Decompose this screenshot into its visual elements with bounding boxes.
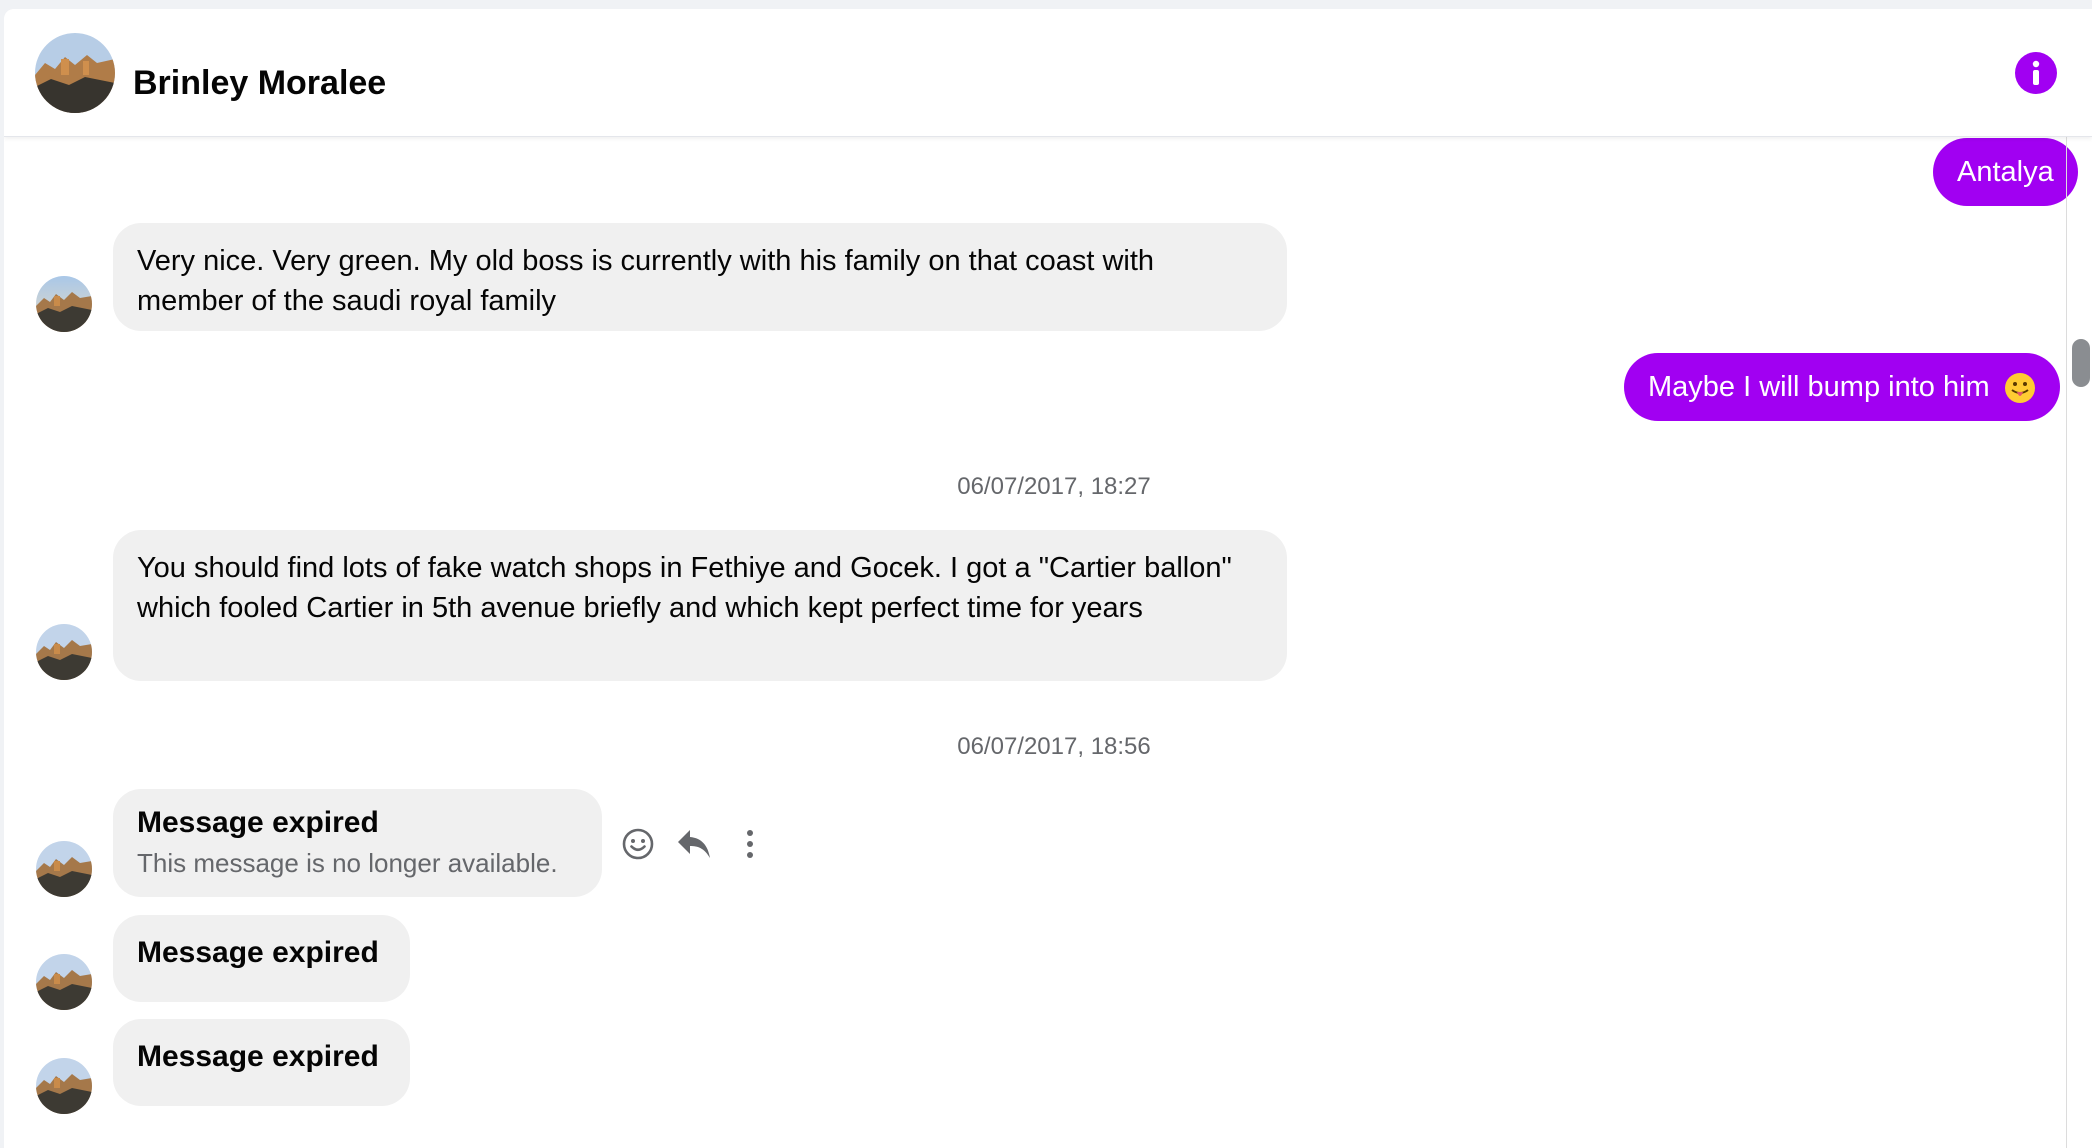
avatar-photo [36,276,92,332]
conversation-info-button[interactable] [2015,52,2057,94]
contact-avatar[interactable] [36,276,92,332]
avatar-photo [35,33,115,113]
scrollbar-thumb[interactable] [2072,339,2090,387]
message-text: Very nice. Very green. My old boss is cu… [137,245,1155,317]
expired-title: Message expired [137,1040,379,1073]
message-text: Antalya [1957,156,2054,188]
avatar-photo [36,841,92,897]
smiley-icon [622,828,654,860]
reply-button[interactable] [672,822,716,866]
outgoing-message[interactable]: Maybe I will bump into him [1624,353,2060,421]
header-avatar[interactable] [35,33,115,113]
outgoing-message[interactable]: Antalya [1933,138,2078,206]
expired-message[interactable]: Message expired [113,915,410,1002]
avatar-photo [36,624,92,680]
expired-title: Message expired [137,806,379,839]
contact-avatar[interactable] [36,841,92,897]
conversation-header: Brinley Moralee [4,9,2092,137]
incoming-message[interactable]: Very nice. Very green. My old boss is cu… [113,223,1287,331]
chat-window: Antalya Very nice. Very green. My old bo… [4,9,2092,1148]
vertical-dots-icon [747,830,753,858]
contact-avatar[interactable] [36,954,92,1010]
expired-message[interactable]: Message expired This message is no longe… [113,789,602,897]
react-button[interactable] [616,822,660,866]
message-timestamp: 06/07/2017, 18:27 [957,473,1151,500]
message-text: You should find lots of fake watch shops… [137,552,1232,624]
message-actions [616,822,784,866]
contact-avatar[interactable] [36,624,92,680]
expired-title: Message expired [137,936,379,969]
more-options-button[interactable] [728,822,772,866]
info-circle-icon [2015,52,2057,94]
message-timestamp: 06/07/2017, 18:56 [957,733,1151,760]
reply-arrow-icon [678,830,710,858]
scrollbar-track[interactable] [2066,137,2067,1148]
contact-avatar[interactable] [36,1058,92,1114]
avatar-photo [36,1058,92,1114]
incoming-message[interactable]: You should find lots of fake watch shops… [113,530,1287,681]
expired-message[interactable]: Message expired [113,1019,410,1106]
expired-subtitle: This message is no longer available. [137,848,558,878]
message-text: Maybe I will bump into him [1648,371,1990,403]
avatar-photo [36,954,92,1010]
tongue-emoji-icon [2004,373,2035,404]
contact-name[interactable]: Brinley Moralee [133,63,386,103]
message-list[interactable]: Antalya Very nice. Very green. My old bo… [4,9,2092,1148]
